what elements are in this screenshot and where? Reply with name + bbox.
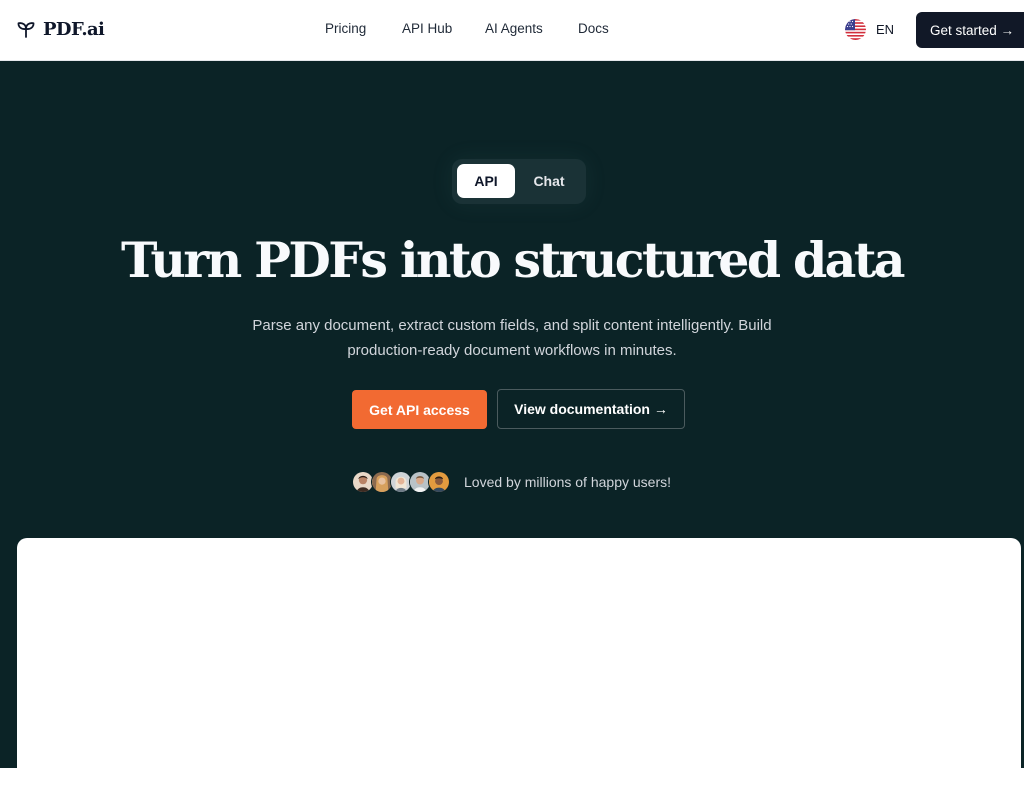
language-code: EN bbox=[876, 22, 895, 37]
top-navigation-bar: PDF.ai Pricing API Hub AI Agents Docs EN… bbox=[0, 0, 1024, 61]
hero-title: Turn PDFs into structured data bbox=[121, 231, 906, 289]
toggle-chat-tab[interactable]: Chat bbox=[518, 164, 580, 198]
view-documentation-button[interactable]: View documentation → bbox=[497, 389, 685, 429]
get-api-access-button[interactable]: Get API access bbox=[352, 390, 487, 429]
hero-section: API Chat Turn PDFs into structured data … bbox=[0, 61, 1024, 798]
language-selector[interactable]: EN bbox=[845, 19, 894, 40]
product-toggle: API Chat bbox=[452, 159, 586, 204]
hero-subtitle: Parse any document, extract custom field… bbox=[252, 317, 772, 359]
product-preview-panel bbox=[17, 538, 1021, 798]
nav-link-api-hub[interactable]: API Hub bbox=[402, 21, 452, 36]
social-proof: Loved by millions of happy users! bbox=[352, 470, 671, 494]
sprout-icon bbox=[17, 22, 35, 38]
social-proof-text: Loved by millions of happy users! bbox=[464, 474, 671, 490]
user-avatar-icon bbox=[428, 471, 450, 493]
nav-link-pricing[interactable]: Pricing bbox=[325, 21, 366, 36]
toggle-api-tab[interactable]: API bbox=[457, 164, 515, 198]
logo-text: PDF.ai bbox=[43, 18, 105, 40]
us-flag-icon bbox=[845, 19, 866, 40]
user-avatars bbox=[352, 471, 450, 493]
nav-link-ai-agents[interactable]: AI Agents bbox=[485, 21, 543, 36]
nav-link-docs[interactable]: Docs bbox=[578, 21, 609, 36]
pdfai-logo-link[interactable]: PDF.ai bbox=[16, 17, 105, 41]
get-started-button[interactable]: Get started → bbox=[916, 12, 1024, 48]
